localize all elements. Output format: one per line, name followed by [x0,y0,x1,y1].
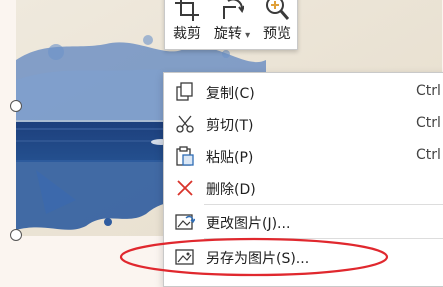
clipboard-icon [176,146,194,166]
menu-item-cut[interactable]: 剪切(T) Ctrl [164,109,443,139]
rotate-label: 旋转 ▾ [213,26,251,42]
crop-button[interactable]: 裁剪 [167,0,207,49]
menu-item-copy[interactable]: 复制(C) Ctrl [164,77,443,107]
change-picture-icon [175,214,195,230]
preview-button[interactable]: 预览 [257,0,297,49]
menu-separator [204,204,443,205]
menu-item-paste[interactable]: 粘贴(P) Ctrl [164,141,443,171]
copy-icon [176,82,193,101]
menu-item-label: 复制(C) [206,86,255,102]
save-picture-icon [175,249,194,265]
crop-icon [175,0,199,21]
rotate-button[interactable]: 旋转 ▾ [209,0,255,49]
resize-handle-bottom-left[interactable] [10,229,22,241]
crop-label: 裁剪 [173,26,201,42]
menu-item-label: 删除(D) [206,182,256,198]
context-menu: 复制(C) Ctrl 剪切(T) Ctrl 粘贴(P) Ctrl 删除(D) 更… [163,72,443,287]
delete-x-icon [177,180,193,196]
menu-item-label: 另存为图片(S)... [206,251,310,267]
menu-separator [204,238,443,239]
menu-item-save-as-picture[interactable]: 另存为图片(S)... [164,242,443,272]
menu-item-change-picture[interactable]: 更改图片(J)... [164,207,443,237]
menu-item-shortcut: Ctrl [416,83,441,99]
picture-mini-toolbar: 裁剪 旋转 ▾ 预览 [164,0,298,50]
rotate-icon [223,0,244,19]
menu-item-shortcut: Ctrl [416,147,441,163]
preview-label: 预览 [263,26,291,42]
resize-handle-left[interactable] [10,100,22,112]
scissors-icon [176,115,194,133]
menu-item-delete[interactable]: 删除(D) [164,173,443,203]
menu-item-label: 粘贴(P) [206,150,254,166]
chevron-down-icon[interactable]: ▾ [242,30,250,41]
menu-item-label: 剪切(T) [206,118,254,134]
menu-item-shortcut: Ctrl [416,115,441,131]
menu-item-label: 更改图片(J)... [206,216,291,232]
zoom-preview-icon [266,0,289,20]
